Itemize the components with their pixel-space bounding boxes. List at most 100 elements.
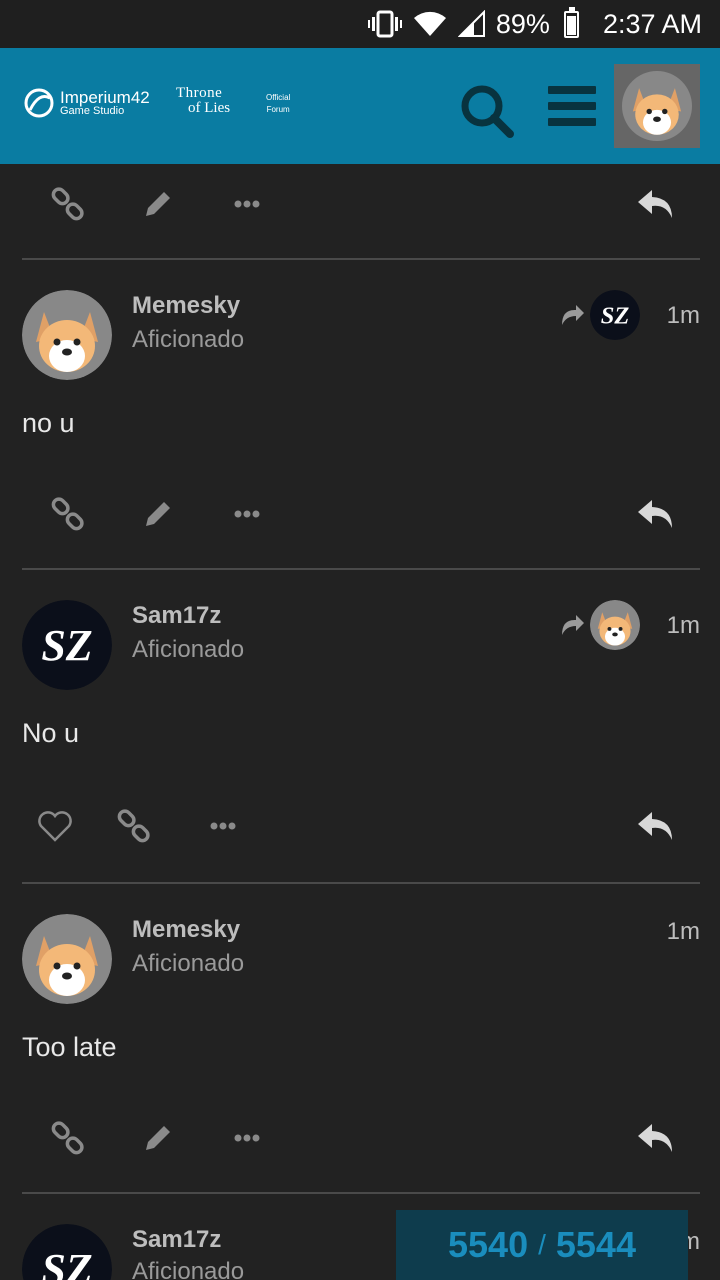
pencil-icon [146,192,170,216]
more-button[interactable] [230,186,266,222]
official-label: Official [266,93,291,102]
pencil-icon [146,1126,170,1150]
topic-progress-indicator[interactable]: 5540 / 5544 [396,1210,688,1280]
post-username[interactable]: Memesky [132,292,240,320]
vibrate-icon [367,10,402,38]
hamburger-icon [548,86,596,126]
reply-button[interactable] [634,496,678,532]
logo-throne: Throne [176,85,223,101]
like-button[interactable] [36,808,72,844]
post-timestamp[interactable]: 1m [667,918,700,946]
link-button[interactable] [50,1120,86,1156]
wifi-icon [412,10,448,38]
reply-button[interactable] [634,1120,678,1156]
link-icon [51,1121,84,1155]
logo-title: Imperium42 [60,87,150,107]
shiba-avatar [622,71,692,141]
reply-to-indicator[interactable]: SZ [558,290,640,340]
link-icon [51,187,84,221]
post-body: no u [22,408,75,438]
progress-separator: / [538,1229,546,1260]
reply-icon [638,812,672,840]
site-header: Imperium42 Game Studio Throne of Lies Of… [0,48,720,164]
signal-icon [457,10,486,38]
ellipsis-icon [234,510,260,518]
more-button[interactable] [230,496,266,532]
shiba-avatar [22,290,112,380]
post-divider [22,258,700,260]
post-user-title: Aficionado [132,636,245,663]
reply-button[interactable] [634,808,678,844]
menu-button[interactable] [548,86,596,130]
throne-of-lies-logo[interactable]: Throne of Lies [176,86,230,116]
post-divider [22,1192,700,1194]
status-bar: 89% 2:37 AM [0,0,720,48]
progress-total: 5544 [555,1224,636,1265]
more-button[interactable] [206,808,242,844]
ellipsis-icon [210,822,236,830]
link-icon [51,497,84,531]
logo-subtitle: Game Studio [60,104,125,117]
more-button[interactable] [230,1120,266,1156]
post-user-title: Aficionado [132,1258,245,1280]
s17z-avatar: SZ [590,290,640,340]
reply-arrow-icon [562,305,584,325]
search-icon [461,85,514,138]
post-timestamp[interactable]: 1m [667,302,700,330]
post-body: Too late [22,1032,117,1062]
avatar[interactable] [22,914,112,1004]
post-divider [22,882,700,884]
svg-text:SZ: SZ [41,1245,92,1280]
post-username[interactable]: Memesky [132,916,240,944]
heart-icon [38,811,72,842]
ellipsis-icon [234,1134,260,1142]
shiba-avatar [590,600,640,650]
link-button[interactable] [50,186,86,222]
s17z-avatar: SZ [22,600,112,690]
avatar [590,600,640,650]
link-button[interactable] [116,808,152,844]
edit-button[interactable] [140,1120,176,1156]
reply-icon [638,500,672,528]
post-actions [0,1108,720,1168]
svg-text:SZ: SZ [41,621,92,670]
s17z-avatar: SZ [22,1224,112,1280]
post-actions [0,796,720,856]
post-divider [22,568,700,570]
post-body: No u [22,718,80,748]
post-user-title: Aficionado [132,326,245,353]
battery-percent: 89% [495,8,550,39]
post-user-title: Aficionado [132,950,245,977]
shiba-avatar [22,914,112,1004]
imperium42-swirl-icon [24,88,54,118]
post-actions [0,174,720,234]
post-timestamp[interactable]: 1m [667,612,700,640]
avatar[interactable] [22,290,112,380]
reply-to-indicator[interactable] [558,600,640,650]
battery-icon [563,6,579,38]
current-user-avatar-button[interactable] [614,64,700,148]
link-icon [117,809,150,843]
avatar[interactable]: SZ [22,1224,112,1280]
official-forum-label: Official Forum [266,92,290,116]
pencil-icon [146,502,170,526]
reply-icon [638,1124,672,1152]
forum-label: Forum [266,105,290,114]
edit-button[interactable] [140,186,176,222]
reply-button[interactable] [634,186,678,222]
ellipsis-icon [234,200,260,208]
post-actions [0,484,720,544]
avatar[interactable]: SZ [22,600,112,690]
progress-current: 5540 [448,1224,529,1265]
edit-button[interactable] [140,496,176,532]
post-username[interactable]: Sam17z [132,1226,221,1254]
link-button[interactable] [50,496,86,532]
reply-icon [638,190,672,218]
avatar: SZ [590,290,640,340]
search-button[interactable] [458,82,516,140]
post-username[interactable]: Sam17z [132,602,221,630]
logo-of-lies: of Lies [188,100,231,116]
svg-text:SZ: SZ [601,302,630,329]
reply-arrow-icon [562,615,584,635]
imperium42-logo[interactable]: Imperium42 Game Studio [22,88,150,118]
